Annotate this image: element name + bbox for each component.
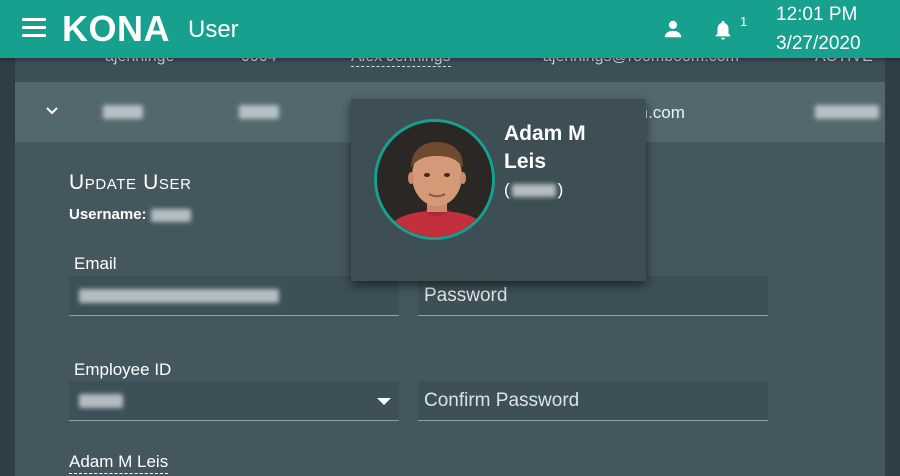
menu-icon[interactable]: [22, 18, 46, 38]
popup-name-first: Adam M: [504, 122, 586, 145]
user-profile-popup: Adam M Leis (): [351, 99, 646, 281]
password-placeholder: Password: [424, 285, 508, 306]
clock-date: 3/27/2020: [776, 33, 861, 54]
email-field[interactable]: [69, 276, 399, 316]
username-label-text: Username:: [69, 206, 147, 223]
clock-time: 12:01 PM: [776, 4, 858, 25]
email-label: Email: [74, 254, 117, 273]
popup-name-last: Leis: [504, 150, 547, 173]
row-status: ACTIVE: [815, 58, 873, 66]
row-username: ajenninge: [105, 58, 174, 66]
employee-name-link[interactable]: Adam M Leis: [69, 452, 169, 474]
notification-count-badge: 1: [740, 14, 748, 29]
row-id: 0004: [241, 58, 277, 66]
password-field[interactable]: Password: [418, 276, 768, 316]
row-email: ajennings@roomboom.com: [543, 58, 739, 66]
notification-bell-icon[interactable]: [712, 18, 734, 42]
popup-handle: (): [504, 180, 563, 200]
username-label: Username:: [69, 206, 191, 223]
top-app-bar: KONA User 1 12:01 PM 3/27/2020: [0, 0, 900, 58]
redacted-status: [815, 105, 879, 119]
page-title: User: [188, 16, 239, 43]
row-name[interactable]: Alex Jennings: [351, 58, 451, 67]
handle-close-paren: ): [557, 180, 564, 199]
redacted-employee-id: [79, 394, 123, 408]
table-row[interactable]: ajenninge 0004 Alex Jennings ajennings@r…: [15, 58, 885, 80]
avatar-photo: [377, 122, 492, 237]
employee-id-select[interactable]: [69, 381, 399, 421]
redacted-username: [103, 105, 143, 119]
confirm-password-field[interactable]: Confirm Password: [418, 381, 768, 421]
account-icon[interactable]: [662, 18, 684, 40]
chevron-down-icon[interactable]: [45, 106, 59, 116]
employee-id-label: Employee ID: [74, 360, 172, 379]
brand-logo[interactable]: KONA: [62, 8, 170, 50]
dropdown-arrow-icon[interactable]: [377, 398, 391, 405]
form-title: Update User: [69, 171, 192, 194]
redacted-handle: [511, 184, 556, 198]
redacted-email-value: [79, 289, 279, 303]
avatar: [374, 119, 495, 240]
redacted-id: [239, 105, 279, 119]
confirm-password-placeholder: Confirm Password: [424, 390, 580, 411]
handle-open-paren: (: [504, 180, 510, 199]
redacted-username-value: [150, 208, 191, 222]
